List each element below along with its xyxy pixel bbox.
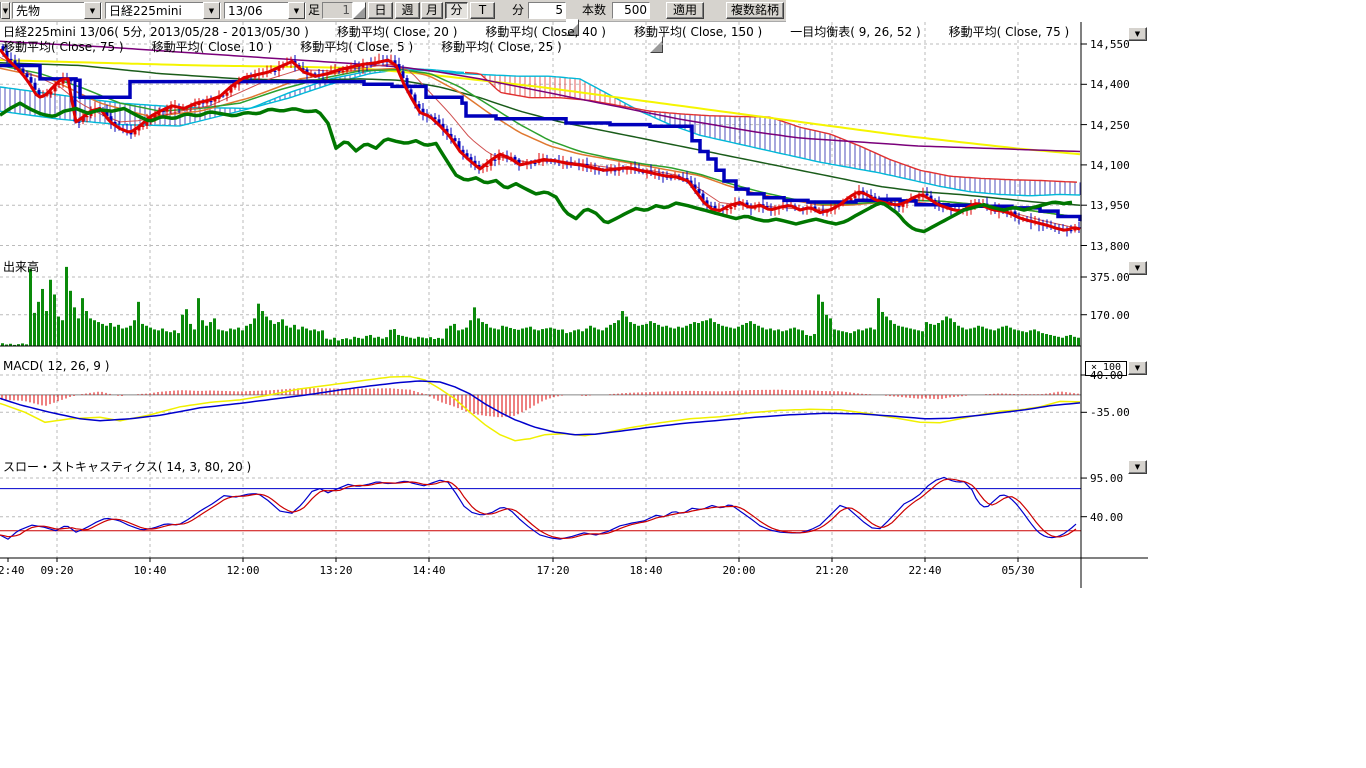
chevron-down-icon[interactable]: ▼ [84,2,101,19]
macd-pane [0,377,1081,441]
period-button-5[interactable]: T [470,2,495,19]
mini-combo[interactable]: ▼ [0,2,11,19]
pane-menu-button[interactable]: ▼ [1128,27,1147,41]
spinner-icon [354,7,365,18]
app-window: ▼ 先物▼日経225mini▼13/06▼ 足 1 日週月分T 分 5 本数 5… [0,0,1366,768]
time-axis-label: 13:20 [319,564,352,577]
legend-item: 移動平均( Close, 10 ) [152,40,273,54]
ashi-spinner[interactable] [353,2,366,19]
time-axis-label: 09:20 [40,564,73,577]
legend-item: 移動平均( Close, 5 ) [300,40,413,54]
period-button-4[interactable]: 分 [445,2,468,19]
price-axis-label: 14,550 [1090,38,1130,51]
bars-label: 本数 [582,2,606,19]
chevron-down-icon[interactable]: ▼ [288,2,305,19]
legend-item: 日経225mini 13/06( 5分, 2013/05/28 - 2013/0… [3,25,309,39]
chevron-down-icon: ▼ [1135,365,1140,372]
combo-symbol-value: 日経225mini [106,2,203,19]
time-axis-label: 10:40 [133,564,166,577]
time-axis-label: 22:40 [908,564,941,577]
gridlines [0,22,1081,558]
period-button-1[interactable]: 日 [368,2,393,19]
stoch-pane-title: スロー・ストキャスティクス( 14, 3, 80, 20 ) [3,458,251,475]
time-axis-label: 14:40 [412,564,445,577]
volume-axis-label: 170.00 [1090,309,1130,322]
macd-signal-line [0,381,1080,435]
time-axis-label: 18:40 [629,564,662,577]
chevron-down-icon: ▼ [1135,265,1140,272]
multi-symbol-button[interactable]: 複数銘柄 [726,2,784,19]
minute-value-field[interactable]: 5 [528,2,566,19]
time-axis-label: 17:20 [536,564,569,577]
legend-row-2: 移動平均( Close, 75 ) 移動平均( Close, 10 ) 移動平均( … [3,38,590,55]
volume-axis-label: 375.00 [1090,271,1130,284]
chevron-down-icon: ▼ [1135,31,1140,38]
chevron-down-icon[interactable]: ▼ [203,2,220,19]
price-axis-label: 14,400 [1090,78,1130,91]
volume-pane-title: 出来高 [3,258,39,275]
combo-contract-month-value: 13/06 [225,4,288,18]
time-axis-label: 02:40 [0,564,25,577]
bars-value-field[interactable]: 500 [612,2,650,19]
period-button-2[interactable]: 週 [395,2,420,19]
candles [2,44,1081,237]
volume-bars [1,267,1080,346]
ashi-label: 足 [308,2,320,19]
time-axis-label: 20:00 [722,564,755,577]
moving-averages [0,41,1080,228]
time-axis-label: 12:00 [226,564,259,577]
stoch-axis-label: 95.00 [1090,472,1123,485]
time-axis-label: 21:20 [815,564,848,577]
ashi-value-field[interactable]: 1 [322,2,353,19]
minute-label: 分 [512,2,524,19]
pane-menu-button[interactable]: ▼ [1128,460,1147,474]
combo-instrument-type[interactable]: 先物▼ [12,2,102,19]
macd-pane-title: MACD( 12, 26, 9 ) [3,359,109,373]
price-axis-label: 13,800 [1090,240,1130,253]
price-axis-label: 14,100 [1090,159,1130,172]
combo-instrument-type-value: 先物 [13,2,84,19]
legend-item: 移動平均( Close, 20 ) [337,25,458,39]
chart-area: 日経225mini 13/06( 5分, 2013/05/28 - 2013/0… [0,21,1366,601]
chart-canvas[interactable] [0,21,1366,601]
stoch-d-line [0,479,1076,538]
macd-axis-label: 40.00 [1090,369,1123,382]
legend-item: 一目均衡表( 9, 26, 52 ) [790,25,920,39]
price-axis-label: 14,250 [1090,119,1130,132]
chevron-down-icon[interactable]: ▼ [1,2,10,19]
legend-item: 移動平均( Close, 150 ) [634,25,762,39]
legend-item: 移動平均( Close, 25 ) [441,40,562,54]
combo-contract-month[interactable]: 13/06▼ [224,2,306,19]
combo-symbol[interactable]: 日経225mini▼ [105,2,221,19]
pane-menu-button[interactable]: ▼ [1128,361,1147,375]
stoch-pane [0,477,1081,539]
pane-menu-button[interactable]: ▼ [1128,261,1147,275]
macd-axis-label: -35.00 [1090,406,1130,419]
stoch-axis-label: 40.00 [1090,511,1123,524]
legend-item: 移動平均( Close, 75 ) [3,40,124,54]
time-axis-label: 05/30 [1001,564,1034,577]
period-button-3[interactable]: 月 [421,2,443,19]
apply-button[interactable]: 適用 [666,2,704,19]
legend-item: 移動平均( Close, 75 ) [949,25,1070,39]
toolbar: ▼ 先物▼日経225mini▼13/06▼ 足 1 日週月分T 分 5 本数 5… [0,0,786,22]
legend-item: 移動平均( Close, 40 ) [485,25,606,39]
chevron-down-icon: ▼ [1135,464,1140,471]
macd-line [0,377,1080,441]
price-axis-label: 13,950 [1090,199,1130,212]
